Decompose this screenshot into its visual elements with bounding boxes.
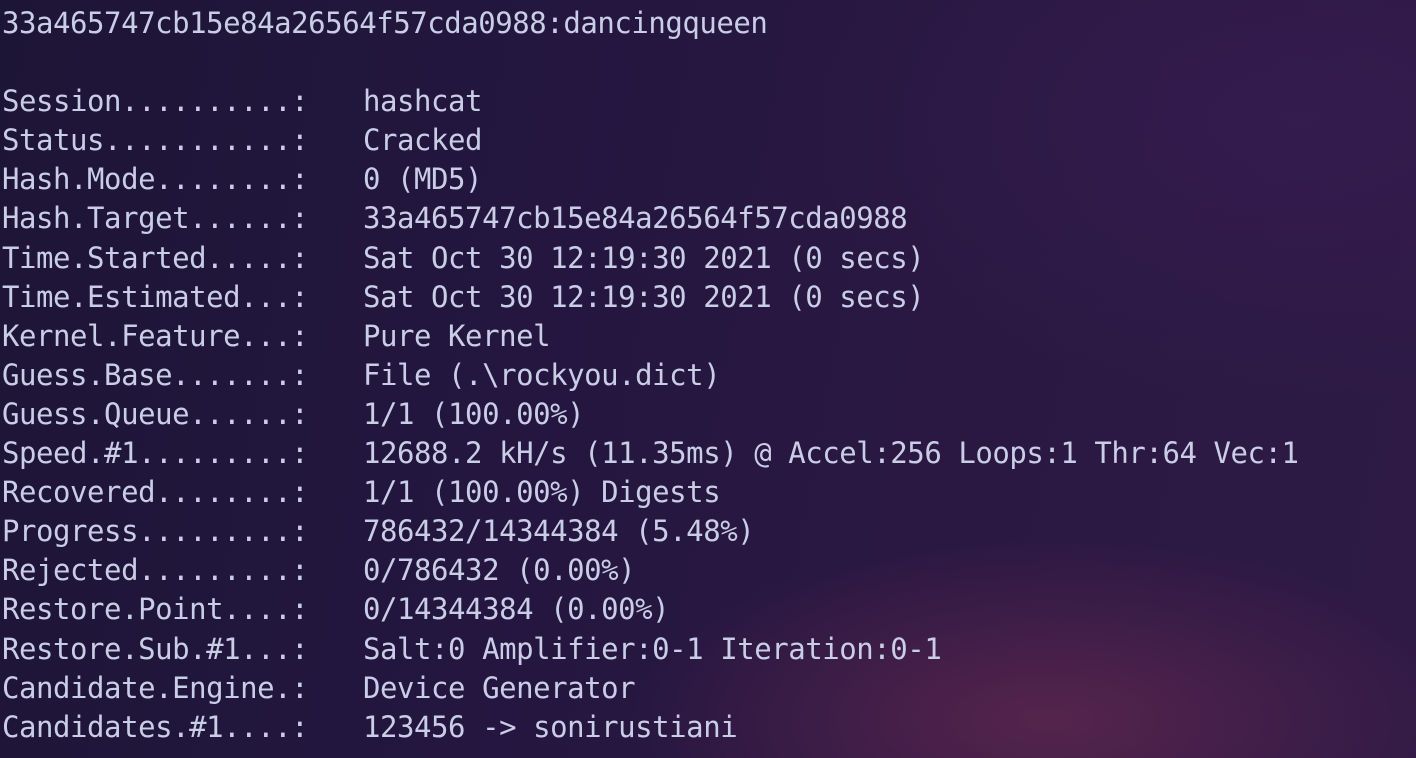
field-key: Hash.Target......: — [2, 201, 309, 236]
terminal-output[interactable]: 33a465747cb15e84a26564f57cda0988:dancing… — [0, 0, 1416, 758]
status-row-candidate-engine: Candidate.Engine.: Device Generator — [2, 669, 1416, 708]
field-value: hashcat — [363, 84, 483, 119]
field-key: Rejected.........: — [2, 553, 309, 588]
field-value: 12688.2 kH/s (11.35ms) @ Accel:256 Loops… — [363, 436, 1299, 471]
field-value: 786432/14344384 (5.48%) — [363, 514, 755, 549]
field-key: Speed.#1.........: — [2, 436, 309, 471]
field-key: Guess.Queue......: — [2, 396, 309, 431]
field-key: Candidate.Engine.: — [2, 670, 309, 705]
status-row-restore-sub: Restore.Sub.#1...: Salt:0 Amplifier:0-1 … — [2, 630, 1416, 669]
field-value: 33a465747cb15e84a26564f57cda0988 — [363, 201, 908, 236]
status-row-guess-base: Guess.Base.......: File (.\rockyou.dict) — [2, 356, 1416, 395]
field-key: Time.Estimated...: — [2, 279, 309, 314]
field-key: Hash.Mode........: — [2, 162, 309, 197]
field-key: Recovered........: — [2, 475, 309, 510]
field-key: Progress.........: — [2, 514, 309, 549]
status-row-status: Status...........: Cracked — [2, 121, 1416, 160]
status-row-hash-target: Hash.Target......: 33a465747cb15e84a2656… — [2, 199, 1416, 238]
field-value: 123456 -> sonirustiani — [363, 709, 738, 744]
field-value: Pure Kernel — [363, 318, 551, 353]
status-row-guess-queue: Guess.Queue......: 1/1 (100.00%) — [2, 395, 1416, 434]
status-row-recovered: Recovered........: 1/1 (100.00%) Digests — [2, 473, 1416, 512]
status-row-restore-point: Restore.Point....: 0/14344384 (0.00%) — [2, 590, 1416, 629]
field-value: Cracked — [363, 123, 483, 158]
field-key: Restore.Sub.#1...: — [2, 631, 309, 666]
status-row-speed: Speed.#1.........: 12688.2 kH/s (11.35ms… — [2, 434, 1416, 473]
field-value: 1/1 (100.00%) — [363, 396, 585, 431]
field-key: Candidates.#1....: — [2, 709, 309, 744]
field-key: Time.Started.....: — [2, 240, 309, 275]
field-value: 0 (MD5) — [363, 162, 483, 197]
status-row-time-started: Time.Started.....: Sat Oct 30 12:19:30 2… — [2, 239, 1416, 278]
field-value: Salt:0 Amplifier:0-1 Iteration:0-1 — [363, 631, 942, 666]
field-value: Device Generator — [363, 670, 636, 705]
status-row-progress: Progress.........: 786432/14344384 (5.48… — [2, 512, 1416, 551]
status-row-session: Session..........: hashcat — [2, 82, 1416, 121]
status-row-kernel-feature: Kernel.Feature...: Pure Kernel — [2, 317, 1416, 356]
field-value: Sat Oct 30 12:19:30 2021 (0 secs) — [363, 279, 925, 314]
field-value: File (.\rockyou.dict) — [363, 357, 721, 392]
field-value: 0/14344384 (0.00%) — [363, 592, 670, 627]
field-key: Status...........: — [2, 123, 309, 158]
field-value: 0/786432 (0.00%) — [363, 553, 636, 588]
field-key: Kernel.Feature...: — [2, 318, 309, 353]
field-key: Guess.Base.......: — [2, 357, 309, 392]
field-key: Session..........: — [2, 84, 309, 119]
field-key: Restore.Point....: — [2, 592, 309, 627]
status-row-hash-mode: Hash.Mode........: 0 (MD5) — [2, 160, 1416, 199]
status-row-time-estimated: Time.Estimated...: Sat Oct 30 12:19:30 2… — [2, 278, 1416, 317]
status-row-candidates: Candidates.#1....: 123456 -> sonirustian… — [2, 708, 1416, 747]
status-row-rejected: Rejected.........: 0/786432 (0.00%) — [2, 551, 1416, 590]
cracked-hash-line: 33a465747cb15e84a26564f57cda0988:dancing… — [2, 6, 768, 40]
field-value: Sat Oct 30 12:19:30 2021 (0 secs) — [363, 240, 925, 275]
field-value: 1/1 (100.00%) Digests — [363, 475, 721, 510]
